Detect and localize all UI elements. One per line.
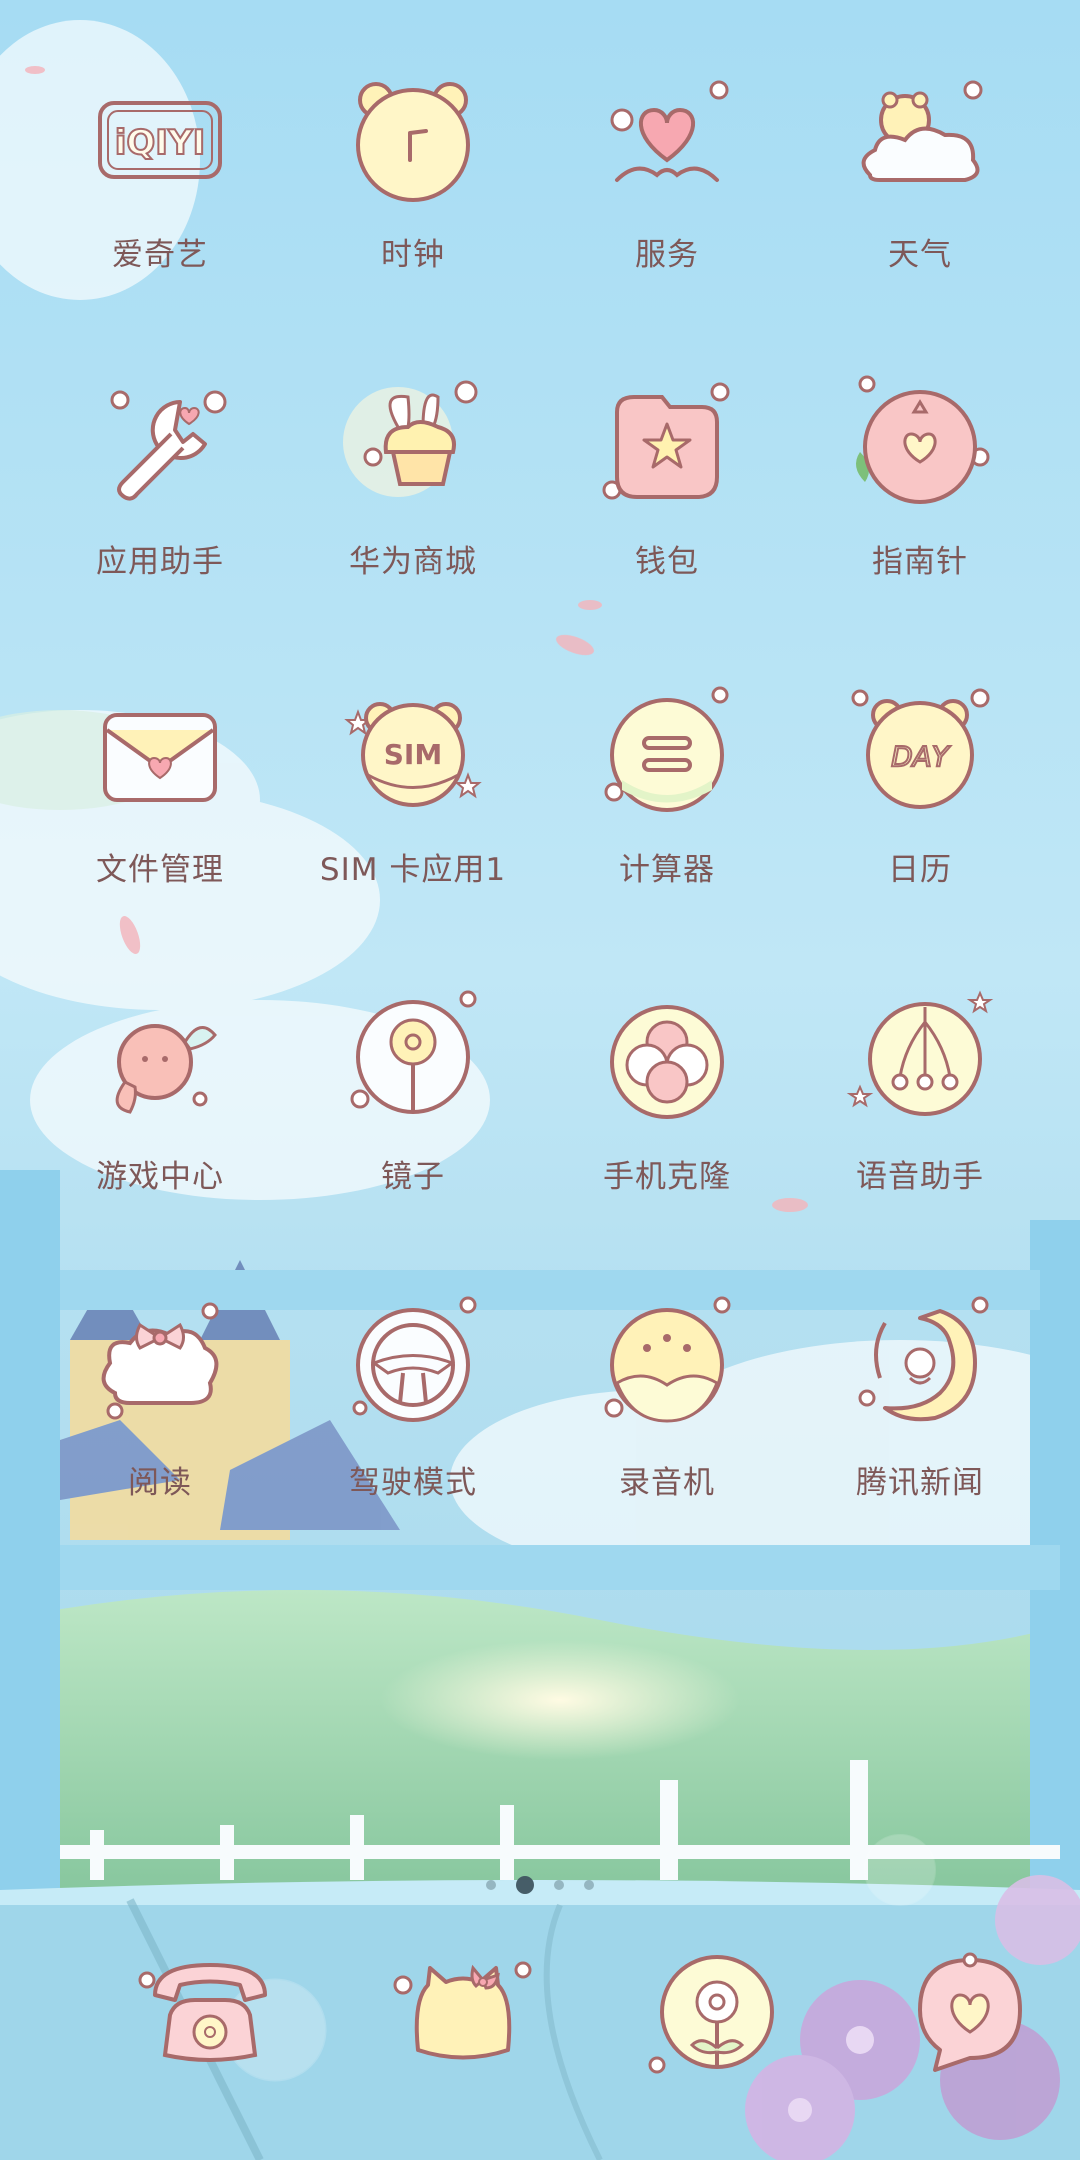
dock-app-browser[interactable] [592,1940,842,2110]
flower-browser-icon [648,1955,774,2074]
app-label: 计算器 [619,852,715,888]
candy-game-icon [115,1024,217,1114]
recorder-icon [604,1296,731,1423]
app-label: 华为商城 [349,544,477,580]
app-label: 手机克隆 [603,1159,731,1195]
app-driving-mode[interactable]: 驾驶模式 [288,1293,538,1553]
app-label: 天气 [888,237,952,273]
iqiyi-logo-icon: iQIYI [98,101,222,179]
app-label: 服务 [635,237,699,273]
app-grid: iQIYI 爱奇艺 时钟 服务 天气 应用助手 华为商城 钱包 指南针 文件管理… [0,0,1080,1700]
page-indicator[interactable] [0,1870,1080,1900]
app-reading[interactable]: 阅读 [35,1293,285,1553]
app-voice-assistant[interactable]: 语音助手 [795,987,1045,1247]
bunny-cupcake-icon [343,380,478,497]
page-dot[interactable] [554,1880,564,1890]
page-dot[interactable] [486,1880,496,1890]
app-label: SIM 卡应用1 [319,852,507,888]
star-wallet-icon [602,382,730,500]
app-calendar[interactable]: DAY 日历 [795,680,1045,940]
dock-app-messages[interactable] [338,1940,588,2110]
app-app-assistant[interactable]: 应用助手 [35,372,285,632]
app-label: 语音助手 [856,1159,984,1195]
app-game-center[interactable]: 游戏中心 [35,987,285,1247]
heart-service-icon [610,80,729,182]
bear-sim-icon: SIM [344,702,482,807]
bow-cloud-read-icon [101,1302,219,1420]
app-tencent-news[interactable]: 腾讯新闻 [795,1293,1045,1553]
app-wallet[interactable]: 钱包 [542,372,792,632]
bear-day-calendar-icon: DAY [851,688,990,809]
app-file-manager[interactable]: 文件管理 [35,680,285,940]
app-label: 文件管理 [96,852,224,888]
app-mirror[interactable]: 镜子 [288,987,538,1247]
page-dot[interactable] [584,1880,594,1890]
app-label: 时钟 [381,237,445,273]
telephone-icon [138,1963,267,2062]
cherry-voice-icon [846,990,994,1116]
steering-wheel-icon [352,1296,477,1422]
heart-envelope-icon [103,713,217,802]
equals-calculator-icon [604,686,729,812]
app-phone-clone[interactable]: 手机克隆 [542,987,792,1247]
app-weather[interactable]: 天气 [795,65,1045,325]
iqiyi-logo-text: iQIYI [115,123,205,163]
app-label: 阅读 [128,1465,192,1501]
app-sim-toolkit[interactable]: SIM SIM 卡应用1 [288,680,538,940]
page-dot-active[interactable] [516,1876,534,1894]
wrench-heart-icon [110,390,227,501]
heart-bubble-camera-icon [918,1952,1022,2072]
app-label: 腾讯新闻 [856,1465,984,1501]
compass-heart-icon [856,375,990,504]
dock-app-camera[interactable] [845,1940,1080,2110]
app-label: 应用助手 [96,544,224,580]
kitty-message-icon [393,1961,532,2060]
app-label: 驾驶模式 [349,1465,477,1501]
app-huawei-store[interactable]: 华为商城 [288,372,538,632]
bear-clock-icon [356,82,470,202]
app-compass[interactable]: 指南针 [795,372,1045,632]
app-recorder[interactable]: 录音机 [542,1293,792,1553]
app-service[interactable]: 服务 [542,65,792,325]
penguin-news-icon [858,1296,989,1422]
flower-clone-icon [610,1005,724,1119]
dock-app-phone[interactable] [85,1940,335,2110]
app-label: 镜子 [381,1159,445,1195]
app-label: 钱包 [635,544,699,580]
mirror-icon [350,990,477,1114]
app-label: 游戏中心 [96,1159,224,1195]
calendar-badge-text: DAY [891,740,951,773]
app-label: 爱奇艺 [112,237,208,273]
dock [0,1940,1080,2110]
app-label: 录音机 [619,1465,715,1501]
app-label: 日历 [888,852,952,888]
app-calculator[interactable]: 计算器 [542,680,792,940]
sim-badge-text: SIM [384,738,442,771]
app-label: 指南针 [872,544,968,580]
app-iqiyi[interactable]: iQIYI 爱奇艺 [35,65,285,325]
bear-cloud-weather-icon [861,80,983,182]
app-clock[interactable]: 时钟 [288,65,538,325]
